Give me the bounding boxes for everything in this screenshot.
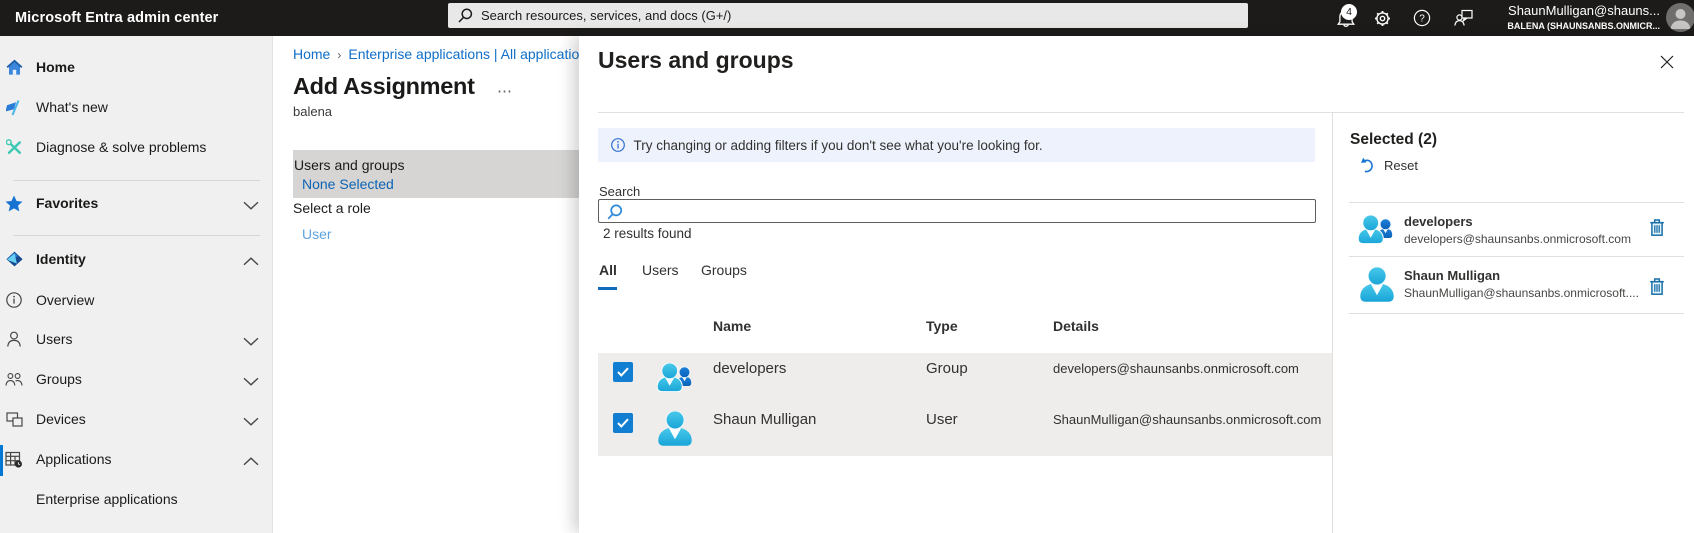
svg-text:?: ? <box>1419 14 1425 25</box>
